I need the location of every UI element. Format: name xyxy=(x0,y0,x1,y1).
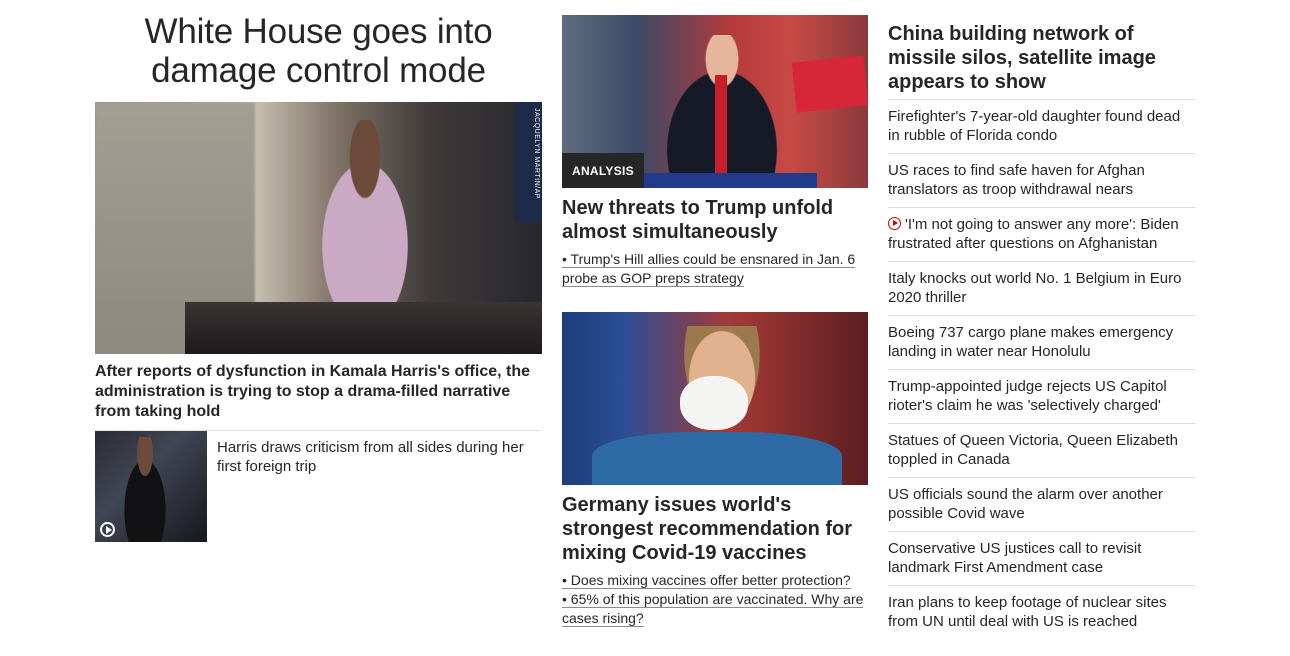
headline-item[interactable]: Firefighter's 7-year-old daughter found … xyxy=(888,100,1195,154)
lead-story-title[interactable]: White House goes into damage control mod… xyxy=(95,12,542,90)
photo-podium xyxy=(637,173,817,188)
headline-link[interactable]: Conservative US justices call to revisit… xyxy=(888,540,1141,576)
headline-item[interactable]: US officials sound the alarm over anothe… xyxy=(888,478,1195,532)
trump-story-related-links: • Trump's Hill allies could be ensnared … xyxy=(562,250,868,288)
related-link[interactable]: • 65% of this population are vaccinated.… xyxy=(562,590,868,628)
harris-photo[interactable]: JACQUELYN MARTIN/AP xyxy=(95,102,542,354)
related-link[interactable]: • Does mixing vaccines offer better prot… xyxy=(562,571,868,590)
related-link[interactable]: • Trump's Hill allies could be ensnared … xyxy=(562,250,868,288)
china-story-headline[interactable]: China building network of missile silos,… xyxy=(888,22,1195,94)
headline-link[interactable]: Italy knocks out world No. 1 Belgium in … xyxy=(888,270,1181,306)
lead-story-caption-link[interactable]: After reports of dysfunction in Kamala H… xyxy=(95,362,542,422)
related-story-link[interactable]: Harris draws criticism from all sides du… xyxy=(217,431,542,542)
play-icon[interactable] xyxy=(100,522,115,537)
related-story[interactable]: Harris draws criticism from all sides du… xyxy=(95,431,542,542)
germany-story: Germany issues world's strongest recomme… xyxy=(562,312,868,628)
headline-item[interactable]: Trump-appointed judge rejects US Capitol… xyxy=(888,370,1195,424)
headline-item[interactable]: Boeing 737 cargo plane makes emergency l… xyxy=(888,316,1195,370)
headline-item[interactable]: Iran plans to keep footage of nuclear si… xyxy=(888,586,1195,639)
headline-link[interactable]: Boeing 737 cargo plane makes emergency l… xyxy=(888,324,1173,360)
headline-item[interactable]: Italy knocks out world No. 1 Belgium in … xyxy=(888,262,1195,316)
video-play-icon xyxy=(888,217,901,230)
headline-list: Firefighter's 7-year-old daughter found … xyxy=(888,99,1195,639)
headline-link[interactable]: Iran plans to keep footage of nuclear si… xyxy=(888,594,1167,630)
photo-tie xyxy=(715,75,727,175)
photo-mask xyxy=(680,376,748,430)
photo-desk xyxy=(185,302,542,354)
headline-link[interactable]: US races to find safe haven for Afghan t… xyxy=(888,162,1145,198)
headline-link[interactable]: US officials sound the alarm over anothe… xyxy=(888,486,1163,522)
thumbnail-subject xyxy=(115,437,175,542)
headline-item[interactable]: Conservative US justices call to revisit… xyxy=(888,532,1195,586)
trump-photo[interactable]: ANALYSIS xyxy=(562,15,868,188)
headline-link[interactable]: 'I'm not going to answer any more': Bide… xyxy=(888,216,1179,252)
analysis-badge: ANALYSIS xyxy=(562,153,644,188)
photo-credit: JACQUELYN MARTIN/AP xyxy=(533,108,540,199)
germany-story-related-links: • Does mixing vaccines offer better prot… xyxy=(562,571,868,628)
merkel-photo[interactable] xyxy=(562,312,868,485)
harris-video-thumbnail[interactable] xyxy=(95,431,207,542)
headlines-column: China building network of missile silos,… xyxy=(888,22,1195,639)
headline-link[interactable]: Trump-appointed judge rejects US Capitol… xyxy=(888,378,1167,414)
middle-column: ANALYSIS New threats to Trump unfold alm… xyxy=(562,15,868,628)
headline-item[interactable]: Statues of Queen Victoria, Queen Elizabe… xyxy=(888,424,1195,478)
rally-sign xyxy=(791,55,868,113)
headline-item[interactable]: 'I'm not going to answer any more': Bide… xyxy=(888,208,1195,262)
photo-subject xyxy=(300,120,430,330)
headline-link[interactable]: Statues of Queen Victoria, Queen Elizabe… xyxy=(888,432,1178,468)
headline-item[interactable]: US races to find safe haven for Afghan t… xyxy=(888,154,1195,208)
trump-story: ANALYSIS New threats to Trump unfold alm… xyxy=(562,15,868,288)
lead-story-column: White House goes into damage control mod… xyxy=(95,12,542,542)
headline-link[interactable]: Firefighter's 7-year-old daughter found … xyxy=(888,108,1180,144)
germany-story-headline[interactable]: Germany issues world's strongest recomme… xyxy=(562,493,868,565)
trump-story-headline[interactable]: New threats to Trump unfold almost simul… xyxy=(562,196,868,244)
